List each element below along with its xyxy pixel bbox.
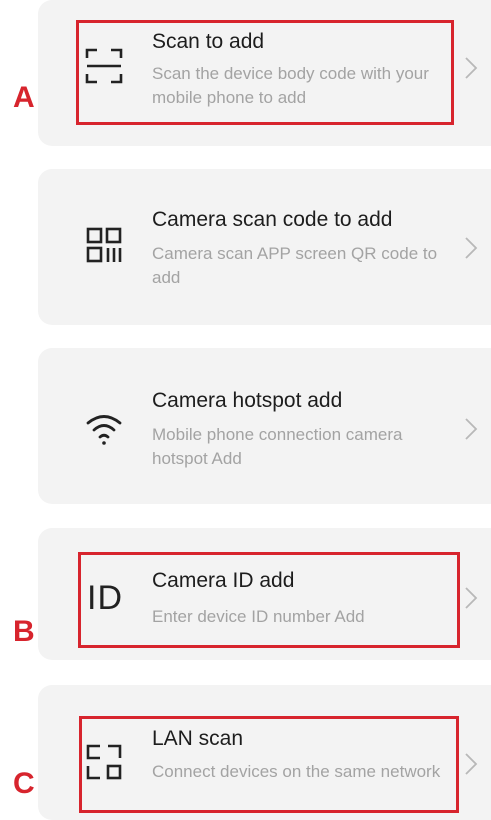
camera-scan-code-description: Camera scan APP screen QR code to add	[152, 244, 438, 287]
scan-frame-icon	[82, 44, 126, 88]
scan-to-add-description: Scan the device body code with your mobi…	[152, 64, 429, 107]
chevron-right-icon	[464, 236, 478, 260]
lan-scan-title: LAN scan	[152, 727, 244, 750]
annotation-label-b: B	[13, 615, 35, 648]
camera-id-title: Camera ID add	[152, 569, 295, 592]
add-device-screen: Scan to add Scan the device body code wi…	[0, 0, 491, 820]
lan-scan-description: Connect devices on the same network	[152, 762, 441, 781]
annotation-label-a: A	[13, 81, 35, 114]
id-text-icon: ID	[80, 576, 130, 620]
qr-code-icon	[82, 223, 126, 267]
chevron-right-icon	[464, 56, 478, 80]
camera-scan-code-title: Camera scan code to add	[152, 208, 393, 231]
lan-icon	[82, 740, 126, 784]
annotation-label-c: C	[13, 767, 35, 800]
camera-hotspot-description: Mobile phone connection camera hotspot A…	[152, 425, 403, 468]
wifi-icon	[82, 406, 126, 450]
id-icon-label: ID	[87, 578, 123, 617]
chevron-right-icon	[464, 752, 478, 776]
scan-to-add-title: Scan to add	[152, 30, 265, 53]
chevron-right-icon	[464, 417, 478, 441]
camera-hotspot-title: Camera hotspot add	[152, 389, 343, 412]
chevron-right-icon	[464, 586, 478, 610]
camera-id-description: Enter device ID number Add	[152, 607, 365, 626]
